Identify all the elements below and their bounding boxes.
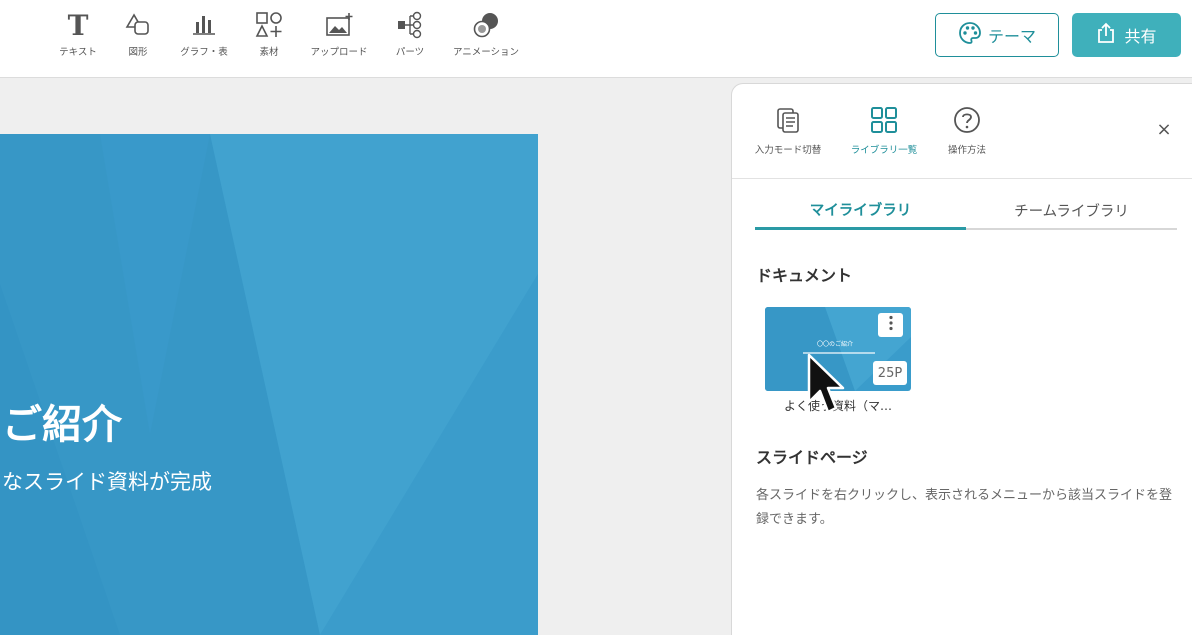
palette-icon — [958, 21, 982, 49]
library-panel: 入力モード切替 ライブラリ一覧 操作方法 × マイライブラリ チームライブラリ … — [731, 83, 1192, 635]
panel-tool-label: ライブラリ一覧 — [850, 145, 918, 156]
slide-title: ご紹介 — [2, 402, 122, 448]
slide-subtitle: なスライド資料が完成 — [2, 470, 212, 494]
panel-library-list[interactable]: ライブラリ一覧 — [844, 106, 924, 156]
documents-heading: ドキュメント — [756, 266, 853, 285]
shape-icon — [124, 10, 152, 40]
tool-text[interactable]: T テキスト — [56, 10, 100, 58]
slide-background-pattern — [0, 134, 538, 635]
tool-label: 素材 — [259, 47, 279, 58]
mouse-cursor-icon — [807, 353, 845, 414]
tool-label: テキスト — [59, 47, 97, 58]
tool-label: グラフ・表 — [180, 47, 228, 58]
share-button[interactable]: 共有 — [1072, 13, 1181, 57]
theme-button-label: テーマ — [987, 27, 1036, 46]
panel-input-mode[interactable]: 入力モード切替 — [748, 106, 828, 156]
material-icon — [254, 10, 284, 40]
tool-material[interactable]: 素材 — [250, 10, 288, 58]
close-icon[interactable]: × — [1153, 118, 1175, 140]
tool-parts[interactable]: パーツ — [388, 10, 432, 58]
panel-divider — [732, 178, 1192, 179]
theme-button[interactable]: テーマ — [935, 13, 1059, 57]
slide-canvas[interactable]: ご紹介 なスライド資料が完成 — [0, 134, 538, 635]
svg-text:T: T — [68, 11, 89, 39]
upload-image-icon — [324, 10, 354, 40]
more-vertical-icon — [888, 315, 894, 335]
page-count-badge: 25P — [873, 361, 907, 385]
text-icon: T — [65, 10, 91, 40]
input-mode-icon — [774, 106, 802, 138]
share-icon — [1096, 22, 1116, 48]
slides-description: 各スライドを右クリックし、表示されるメニューから該当スライドを登録できます。 — [756, 488, 1173, 527]
tool-graph-table[interactable]: グラフ・表 — [174, 10, 234, 58]
panel-tool-label: 操作方法 — [947, 145, 986, 156]
tool-animation[interactable]: アニメーション — [444, 10, 528, 58]
tool-label: アニメーション — [452, 47, 520, 58]
panel-help[interactable]: 操作方法 — [937, 106, 997, 156]
tab-team-library[interactable]: チームライブラリ — [966, 192, 1177, 230]
help-icon — [953, 106, 981, 138]
animation-icon — [470, 10, 502, 40]
parts-icon — [396, 10, 424, 40]
editor-toolbar: T テキスト 図形 グラフ・表 素材 アップロード パーツ アニメーション テー… — [0, 0, 1192, 78]
panel-tool-label: 入力モード切替 — [754, 145, 822, 156]
library-grid-icon — [870, 106, 898, 138]
chart-icon — [190, 10, 218, 40]
tool-upload[interactable]: アップロード — [302, 10, 376, 58]
document-thumbnail-title: 〇〇のご紹介 — [817, 341, 854, 348]
tab-my-library[interactable]: マイライブラリ — [755, 192, 966, 230]
slides-heading: スライドページ — [756, 448, 868, 467]
tool-label: アップロード — [310, 47, 368, 58]
tool-label: 図形 — [128, 47, 148, 58]
tool-shape[interactable]: 図形 — [120, 10, 156, 58]
document-menu-button[interactable] — [878, 313, 903, 337]
share-button-label: 共有 — [1124, 27, 1157, 46]
tool-label: パーツ — [395, 47, 425, 58]
